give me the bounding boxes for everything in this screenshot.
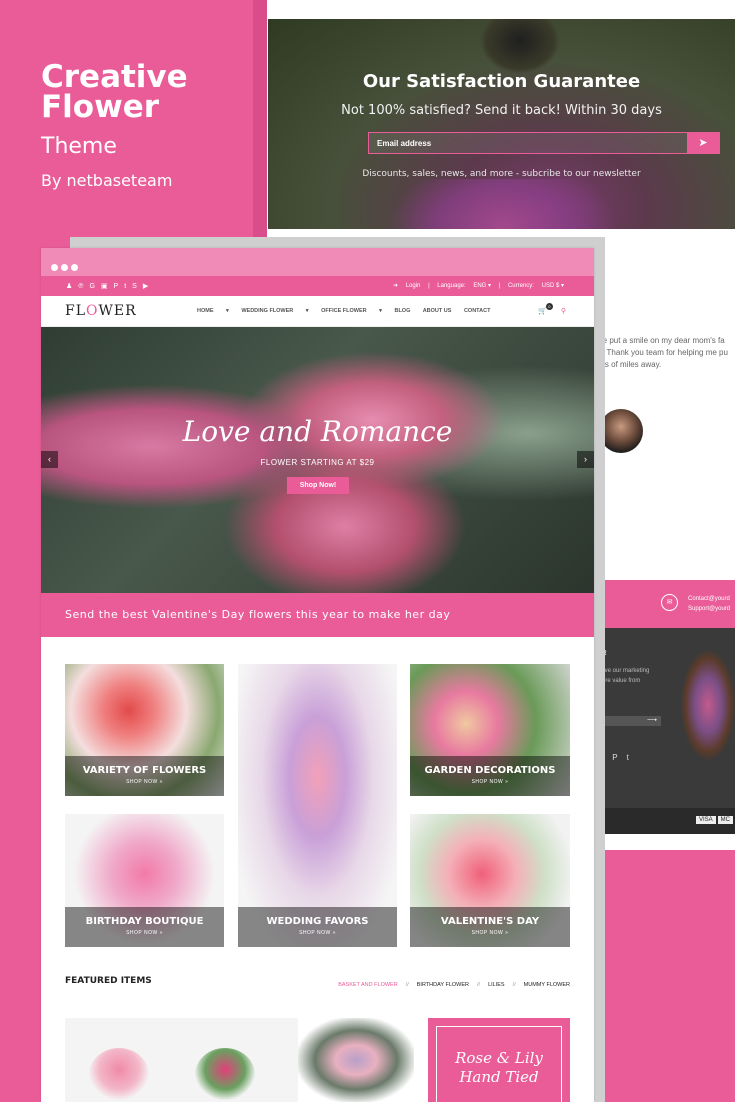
avatar xyxy=(599,409,643,453)
category-label: GARDEN DECORATIONS SHOP NOW » xyxy=(410,756,570,796)
poster-accent xyxy=(604,850,735,1102)
category-title: VALENTINE'S DAY xyxy=(440,916,540,927)
category-title: BIRTHDAY BOUTIQUE xyxy=(85,916,204,927)
newsletter-submit-button[interactable]: ➤ xyxy=(687,133,719,153)
visa-card: VISA xyxy=(695,816,716,824)
poster-subtitle: Theme xyxy=(41,134,117,159)
promo-card-line: Rose & Lily xyxy=(455,1049,543,1067)
promo-card[interactable]: Rose & Lily Hand Tied xyxy=(428,1018,570,1102)
testimonial-line: me put a smile on my dear mom's fa xyxy=(596,336,725,345)
footer-bottom: VISA MC xyxy=(595,808,735,834)
poster-edge xyxy=(253,0,267,250)
product-image[interactable] xyxy=(195,1048,255,1102)
category-title: VARIETY OF FLOWERS xyxy=(82,765,207,776)
category-label: BIRTHDAY BOUTIQUE SHOP NOW » xyxy=(65,907,224,947)
tab-separator: // xyxy=(477,982,481,988)
newsletter-section: Our Satisfaction Guarantee Not 100% sati… xyxy=(268,19,735,229)
newsletter-title: Our Satisfaction Guarantee xyxy=(362,71,641,92)
twitter-icon[interactable]: t xyxy=(627,753,638,762)
poster-title: Creative Flower xyxy=(41,62,188,125)
tab-mummy-flower[interactable]: MUMMY FLOWER xyxy=(524,982,570,988)
flower-basket-image xyxy=(681,650,735,760)
payment-cards: VISA MC xyxy=(694,816,733,824)
featured-header: FEATURED ITEMS BASKET AND FLOWER//BIRTHD… xyxy=(65,976,570,988)
tab-separator: // xyxy=(512,982,516,988)
tab-basket-and-flower[interactable]: BASKET AND FLOWER xyxy=(338,982,398,988)
footer-section: ER ceive our marketing more value from ⟶… xyxy=(595,628,735,808)
poster-byline: By netbaseteam xyxy=(41,171,173,190)
category-title: WEDDING FAVORS xyxy=(266,916,369,927)
newsletter-subtitle: Not 100% satisfied? Send it back! Within… xyxy=(341,103,662,118)
footer-subscribe-input[interactable]: ⟶ xyxy=(597,716,661,726)
paper-plane-icon: ➤ xyxy=(698,137,708,149)
arrow-right-icon: ⟶ xyxy=(646,717,657,724)
promo-card-line: Hand Tied xyxy=(459,1068,539,1086)
category-label: VALENTINE'S DAY SHOP NOW » xyxy=(410,907,570,947)
thistle-image xyxy=(388,179,618,229)
tab-birthday-flower[interactable]: BIRTHDAY FLOWER xyxy=(417,982,469,988)
promo-card-text: Rose & Lily Hand Tied xyxy=(436,1026,562,1102)
testimonial-line: eds of miles away. xyxy=(596,360,662,369)
product-image[interactable] xyxy=(298,1018,414,1102)
newsletter-email-input[interactable] xyxy=(369,133,689,153)
category-tile[interactable]: GARDEN DECORATIONS SHOP NOW » xyxy=(410,664,570,796)
category-tile[interactable]: VALENTINE'S DAY SHOP NOW » xyxy=(410,814,570,947)
category-label: WEDDING FAVORS SHOP NOW » xyxy=(238,907,397,947)
contact-band: ✉ Contact@yourd Support@yourd xyxy=(595,580,735,628)
category-tile[interactable]: BIRTHDAY BOUTIQUE SHOP NOW » xyxy=(65,814,224,947)
browser-content: VARIETY OF FLOWERS SHOP NOW » WEDDING FA… xyxy=(41,248,594,1102)
category-title: GARDEN DECORATIONS xyxy=(424,765,556,776)
contact-email[interactable]: Contact@yourd xyxy=(688,594,730,604)
footer-social-icons: fPt xyxy=(601,753,638,762)
category-grid: VARIETY OF FLOWERS SHOP NOW » WEDDING FA… xyxy=(65,664,570,947)
pinterest-icon[interactable]: P xyxy=(612,753,626,762)
category-label: VARIETY OF FLOWERS SHOP NOW » xyxy=(65,756,224,796)
bee-image xyxy=(480,19,560,74)
testimonial-line: so Thank you team for helping me pu xyxy=(596,348,728,357)
category-cta[interactable]: SHOP NOW » xyxy=(65,930,224,936)
poster-title-line2: Flower xyxy=(41,89,160,125)
category-cta[interactable]: SHOP NOW » xyxy=(238,930,397,936)
mastercard-card: MC xyxy=(717,816,733,824)
product-strip xyxy=(65,1018,414,1102)
category-cta[interactable]: SHOP NOW » xyxy=(65,779,224,785)
newsletter-form: ➤ xyxy=(368,132,720,154)
support-email[interactable]: Support@yourd xyxy=(688,604,730,614)
poster-brand: Creative Flower Theme By netbaseteam xyxy=(41,62,188,191)
tab-separator: // xyxy=(405,982,409,988)
category-tile[interactable]: WEDDING FAVORS SHOP NOW » xyxy=(238,664,397,947)
category-cta[interactable]: SHOP NOW » xyxy=(410,779,570,785)
mail-icon: ✉ xyxy=(661,594,678,611)
product-image[interactable] xyxy=(89,1048,149,1102)
testimonial-text: me put a smile on my dear mom's fa so Th… xyxy=(596,335,735,371)
featured-tabs: BASKET AND FLOWER // BIRTHDAY FLOWER // LILI… xyxy=(334,982,570,988)
contact-lines: Contact@yourd Support@yourd xyxy=(688,594,730,614)
tab-lilies[interactable]: LILIES xyxy=(488,982,505,988)
newsletter-note: Discounts, sales, news, and more - subcr… xyxy=(362,169,641,179)
category-tile[interactable]: VARIETY OF FLOWERS SHOP NOW » xyxy=(65,664,224,796)
category-cta[interactable]: SHOP NOW » xyxy=(410,930,570,936)
